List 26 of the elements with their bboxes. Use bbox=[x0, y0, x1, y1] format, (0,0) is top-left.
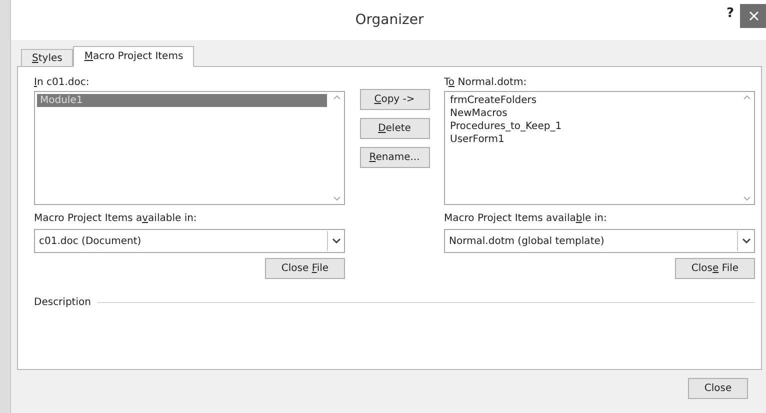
tab[interactable]: Styles bbox=[21, 49, 74, 67]
action-button[interactable]: Rename... bbox=[360, 147, 430, 168]
tab[interactable]: Macro Project Items bbox=[73, 46, 194, 67]
list-label: In c01.doc: bbox=[34, 76, 90, 90]
source-dropdown[interactable]: c01.doc (Document) bbox=[34, 229, 345, 253]
list-item[interactable]: UserForm1 bbox=[447, 133, 737, 146]
list-item[interactable]: frmCreateFolders bbox=[447, 94, 737, 107]
close-dialog-button[interactable]: Close bbox=[688, 378, 748, 399]
help-button[interactable]: ? bbox=[726, 6, 734, 21]
close-icon[interactable] bbox=[749, 11, 759, 21]
window-title: Organizer bbox=[355, 12, 424, 28]
available-label: Macro Project Items available in: bbox=[444, 212, 608, 226]
source-dropdown[interactable]: Normal.dotm (global template) bbox=[444, 229, 755, 253]
chevron-down-icon[interactable] bbox=[332, 238, 340, 244]
list-item[interactable]: Procedures_to_Keep_1 bbox=[447, 120, 737, 133]
action-button[interactable]: Copy -> bbox=[360, 89, 430, 110]
close-file-button[interactable]: Close File bbox=[265, 258, 345, 279]
macro-list[interactable]: frmCreateFolders NewMacros Procedures_to_Keep_1 UserForm1 bbox=[444, 91, 755, 205]
chevron-down-icon[interactable] bbox=[742, 238, 750, 244]
description-label: Description bbox=[34, 297, 91, 308]
list-item[interactable]: NewMacros bbox=[447, 107, 737, 120]
close-file-button[interactable]: Close File bbox=[675, 258, 755, 279]
available-label: Macro Project Items available in: bbox=[34, 212, 198, 226]
close-button[interactable] bbox=[740, 4, 766, 28]
list-label: To Normal.dotm: bbox=[444, 76, 528, 90]
action-button[interactable]: Delete bbox=[360, 118, 430, 139]
